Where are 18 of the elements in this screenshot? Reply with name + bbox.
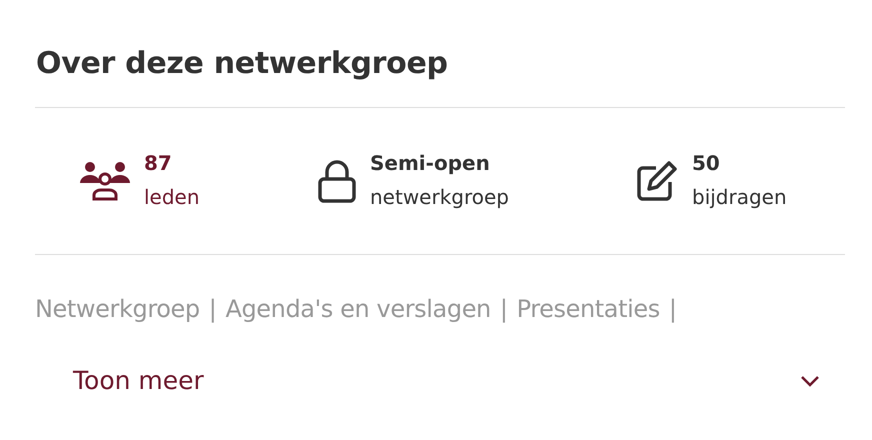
people-icon [80, 161, 130, 201]
tag-link[interactable]: Netwerkgroep [35, 295, 200, 323]
edit-icon [636, 160, 678, 202]
stat-label: bijdragen [692, 184, 787, 211]
stat-value: Semi-open [370, 150, 491, 177]
separator: | [208, 295, 216, 323]
tag-link[interactable]: Presentaties [516, 295, 660, 323]
stat-label: netwerkgroep [370, 184, 510, 211]
section-title: Over deze netwerkgroep [36, 45, 449, 83]
tag-link[interactable]: Agenda's en verslagen [225, 295, 491, 323]
show-more-button[interactable]: Toon meer [55, 360, 838, 401]
separator: | [668, 295, 677, 323]
chevron-icon [800, 374, 820, 386]
separator: | [500, 295, 508, 323]
lock-icon [318, 159, 356, 203]
stat-label: leden [144, 184, 200, 211]
stat-value: 50 [692, 150, 721, 177]
stat-value: 87 [144, 150, 173, 177]
